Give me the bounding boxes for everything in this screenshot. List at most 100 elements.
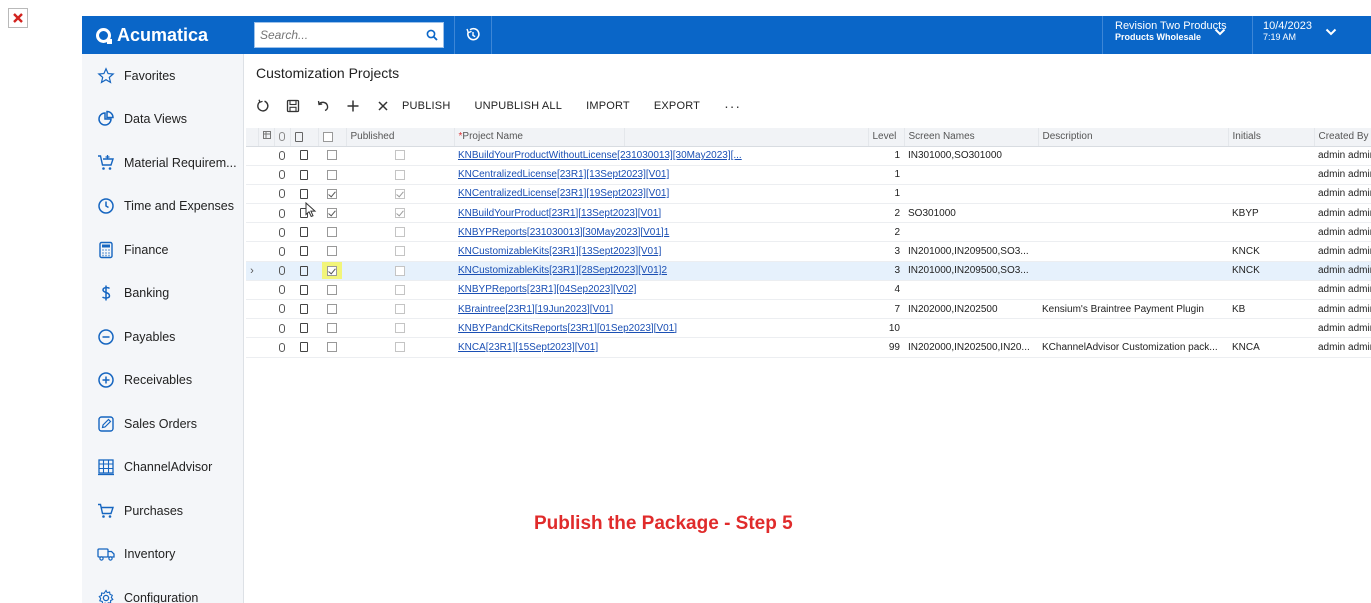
description-cell: Kensium's Braintree Payment Plugin bbox=[1038, 299, 1228, 320]
date-selector[interactable]: 10/4/2023 7:19 AM bbox=[1252, 16, 1357, 54]
row-select-checkbox[interactable] bbox=[327, 323, 337, 334]
row-select-checkbox[interactable] bbox=[327, 342, 337, 353]
note-icon[interactable] bbox=[300, 150, 308, 161]
table-row[interactable]: KNBYPReports[23R1][04Sep2023][V02] 4 adm… bbox=[246, 280, 1371, 301]
screen-names-header[interactable]: Screen Names bbox=[904, 128, 1039, 147]
note-icon[interactable] bbox=[300, 188, 308, 199]
add-row-button[interactable] bbox=[342, 95, 364, 117]
tenant-selector[interactable]: Revision Two Products Products Wholesale bbox=[1102, 16, 1238, 54]
note-icon[interactable] bbox=[300, 303, 308, 314]
row-select-checkbox[interactable] bbox=[327, 246, 337, 257]
paperclip-icon[interactable] bbox=[279, 285, 285, 295]
created-by-header[interactable]: Created By bbox=[1314, 128, 1371, 147]
paperclip-icon[interactable] bbox=[279, 246, 285, 256]
note-icon[interactable] bbox=[300, 342, 308, 353]
project-name-header[interactable]: *Project Name bbox=[454, 128, 625, 147]
table-row[interactable]: KNCentralizedLicense[23R1][19Sept2023][V… bbox=[246, 184, 1371, 205]
project-name-link[interactable]: KNCustomizableKits[23R1][28Sept2023][V01… bbox=[458, 265, 667, 276]
delete-row-button[interactable] bbox=[372, 95, 394, 117]
publish-button[interactable]: PUBLISH bbox=[402, 100, 450, 112]
note-icon[interactable] bbox=[300, 169, 308, 180]
paperclip-icon[interactable] bbox=[279, 304, 285, 314]
note-icon[interactable] bbox=[300, 284, 308, 295]
screen-names-cell bbox=[904, 222, 1038, 243]
refresh-button[interactable] bbox=[252, 95, 274, 117]
table-row[interactable]: KNBYPandCKitsReports[23R1][01Sep2023][V0… bbox=[246, 318, 1371, 339]
note-icon[interactable] bbox=[300, 323, 308, 334]
search-input[interactable] bbox=[255, 24, 421, 46]
project-name-link[interactable]: KNCentralizedLicense[23R1][19Sept2023][V… bbox=[458, 188, 669, 199]
sidebar-item-banking[interactable]: Banking bbox=[82, 272, 243, 316]
level-header[interactable]: Level bbox=[868, 128, 905, 147]
history-button[interactable] bbox=[454, 16, 492, 54]
project-name-link[interactable]: KNBuildYourProductWithoutLicense[2310300… bbox=[458, 150, 742, 161]
select-all-checkbox[interactable] bbox=[322, 131, 333, 142]
row-select-checkbox[interactable] bbox=[327, 284, 337, 295]
table-row[interactable]: KNBuildYourProduct[23R1][13Sept2023][V01… bbox=[246, 203, 1371, 224]
sidebar-item-finance[interactable]: Finance bbox=[82, 228, 243, 272]
created-by-cell: admin admin bbox=[1314, 146, 1371, 166]
project-name-link[interactable]: KNBuildYourProduct[23R1][13Sept2023][V01… bbox=[458, 208, 661, 219]
paperclip-icon[interactable] bbox=[279, 323, 285, 333]
sidebar-item-receivables[interactable]: Receivables bbox=[82, 359, 243, 403]
sidebar-item-purchases[interactable]: Purchases bbox=[82, 489, 243, 533]
note-icon[interactable] bbox=[300, 246, 308, 257]
level-cell: 10 bbox=[868, 318, 904, 339]
paperclip-icon[interactable] bbox=[279, 150, 285, 160]
paperclip-icon[interactable] bbox=[279, 342, 285, 352]
initials-header[interactable]: Initials bbox=[1228, 128, 1315, 147]
published-checkbox bbox=[395, 303, 405, 314]
table-row[interactable]: KNCentralizedLicense[23R1][13Sept2023][V… bbox=[246, 165, 1371, 185]
acumatica-logo[interactable]: Acumatica bbox=[82, 16, 244, 54]
level-cell: 3 bbox=[868, 261, 904, 281]
save-button[interactable] bbox=[282, 95, 304, 117]
table-row[interactable]: KNBuildYourProductWithoutLicense[2310300… bbox=[246, 146, 1371, 166]
note-icon[interactable] bbox=[300, 227, 308, 238]
published-header[interactable]: Published bbox=[346, 128, 455, 147]
table-row[interactable]: KNCA[23R1][15Sept2023][V01] 99 IN202000,… bbox=[246, 337, 1371, 358]
sidebar-item-data-views[interactable]: Data Views bbox=[82, 98, 243, 142]
import-button[interactable]: IMPORT bbox=[586, 100, 630, 112]
sidebar-item-sales-orders[interactable]: Sales Orders bbox=[82, 402, 243, 446]
description-header[interactable]: Description bbox=[1038, 128, 1229, 147]
row-select-checkbox[interactable] bbox=[327, 188, 337, 199]
undo-button[interactable] bbox=[312, 95, 334, 117]
project-name-link[interactable]: KNBYPReports[23R1][04Sep2023][V02] bbox=[458, 284, 636, 295]
sidebar-item-channeladvisor[interactable]: ChannelAdvisor bbox=[82, 446, 243, 490]
select-all-header[interactable] bbox=[318, 128, 347, 147]
table-row[interactable]: KBraintree[23R1][19Jun2023][V01] 7 IN202… bbox=[246, 299, 1371, 320]
sidebar-item-time-and-expenses[interactable]: Time and Expenses bbox=[82, 185, 243, 229]
sidebar-item-configuration[interactable]: Configuration bbox=[82, 576, 243, 603]
row-select-checkbox[interactable] bbox=[327, 227, 337, 238]
paperclip-icon[interactable] bbox=[279, 227, 285, 237]
project-name-link[interactable]: KNCentralizedLicense[23R1][13Sept2023][V… bbox=[458, 169, 669, 180]
table-row-active[interactable]: › KNCustomizableKits[23R1][28Sept2023][V… bbox=[246, 261, 1371, 281]
note-icon[interactable] bbox=[300, 265, 308, 276]
sidebar-item-payables[interactable]: Payables bbox=[82, 315, 243, 359]
row-select-checkbox[interactable] bbox=[327, 150, 337, 161]
export-button[interactable]: EXPORT bbox=[654, 100, 700, 112]
table-row[interactable]: KNBYPReports[231030013][30May2023][V01]1… bbox=[246, 222, 1371, 243]
sidebar-item-inventory[interactable]: Inventory bbox=[82, 533, 243, 577]
paperclip-icon[interactable] bbox=[279, 170, 285, 180]
row-select-checkbox[interactable] bbox=[327, 208, 337, 219]
search-box[interactable] bbox=[254, 22, 444, 48]
paperclip-icon[interactable] bbox=[279, 189, 285, 199]
project-name-link[interactable]: KNBYPReports[231030013][30May2023][V01]1 bbox=[458, 227, 669, 238]
project-name-link[interactable]: KNCustomizableKits[23R1][13Sept2023][V01… bbox=[458, 246, 661, 257]
table-row[interactable]: KNCustomizableKits[23R1][13Sept2023][V01… bbox=[246, 241, 1371, 262]
row-select-checkbox[interactable] bbox=[327, 265, 337, 276]
project-name-link[interactable]: KNCA[23R1][15Sept2023][V01] bbox=[458, 342, 598, 353]
unpublish-all-button[interactable]: UNPUBLISH ALL bbox=[474, 100, 562, 112]
row-select-checkbox[interactable] bbox=[327, 303, 337, 314]
sidebar-item-favorites[interactable]: Favorites bbox=[82, 54, 243, 98]
sidebar-item-material-requirements[interactable]: Material Requirem... bbox=[82, 141, 243, 185]
search-icon[interactable] bbox=[421, 29, 443, 41]
paperclip-icon[interactable] bbox=[279, 266, 285, 276]
project-name-link[interactable]: KNBYPandCKitsReports[23R1][01Sep2023][V0… bbox=[458, 323, 677, 334]
project-name-link[interactable]: KBraintree[23R1][19Jun2023][V01] bbox=[458, 304, 613, 315]
more-actions-button[interactable]: ··· bbox=[724, 98, 741, 114]
grid-settings-header[interactable] bbox=[258, 128, 275, 147]
row-select-checkbox[interactable] bbox=[327, 169, 337, 180]
paperclip-icon[interactable] bbox=[279, 208, 285, 218]
